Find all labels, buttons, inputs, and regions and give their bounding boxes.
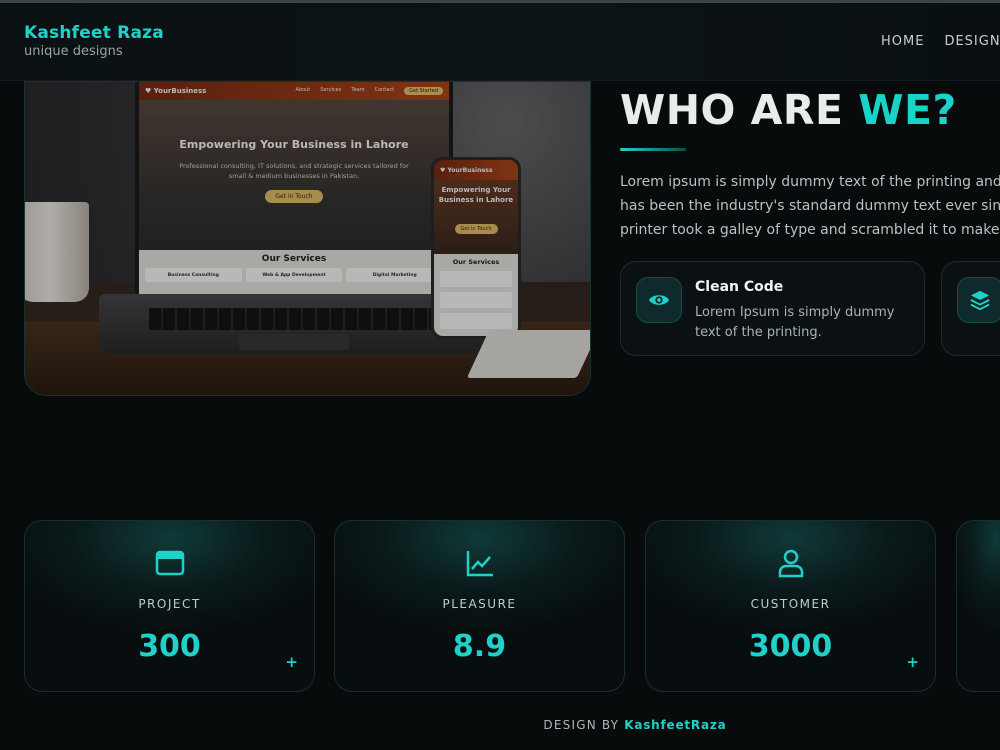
user-icon [778,549,803,578]
hero-image: ♥ YourBusiness About Services Team Conta… [24,81,591,396]
about-title: WHO ARE WE? [620,86,957,134]
stat-card-customer: CUSTOMER 3000 + [645,520,936,692]
stat-card-project: PROJECT 300 + [24,520,315,692]
about-title-main: WHO ARE [620,86,859,134]
feature-title: Clean Code [695,279,784,295]
footer-prefix: DESIGN BY [543,718,625,732]
about-line: has been the industry's standard dummy t… [620,198,1000,214]
title-underline [620,148,686,151]
site-header: Kashfeet Raza unique designs HOME DESIGN… [0,3,1000,81]
stat-value: 300 [138,629,201,664]
stat-label: CUSTOMER [750,597,831,611]
about-text: Lorem ipsum is simply dummy text of the … [620,170,1000,242]
nav-home[interactable]: HOME [881,34,924,49]
about-line: Lorem ipsum is simply dummy text of the … [620,174,1000,190]
brand[interactable]: Kashfeet Raza unique designs [24,23,164,59]
stat-label: PROJECT [138,597,201,611]
about-line: printer took a galley of type and scramb… [620,222,1000,238]
stat-card-partial [956,520,1000,692]
feature-card-layers[interactable] [941,261,1000,356]
about-title-accent: WE? [858,86,957,134]
footer-author-link[interactable]: KashfeetRaza [624,718,726,732]
brand-name[interactable]: Kashfeet Raza [24,23,164,43]
layers-icon [957,277,1000,323]
feature-desc: Lorem Ipsum is simply dummy text of the … [695,305,895,340]
footer-credit: DESIGN BY KashfeetRaza [0,718,1000,732]
main-nav: HOME DESIGNS [881,34,1000,49]
stat-card-pleasure: PLEASURE 8.9 [334,520,625,692]
stat-value: 3000 [748,629,833,664]
line-chart-icon [466,551,493,577]
brand-tagline: unique designs [24,44,123,59]
plus-icon: + [906,653,919,671]
plus-icon: + [285,653,298,671]
stat-label: PLEASURE [442,597,517,611]
eye-icon [636,277,682,323]
nav-designs[interactable]: DESIGNS [944,34,1000,49]
image-overlay [25,82,590,395]
stat-value: 8.9 [452,629,507,664]
browser-window-icon [155,550,184,576]
feature-card-clean-code[interactable]: Clean Code Lorem Ipsum is simply dummy t… [620,261,925,356]
